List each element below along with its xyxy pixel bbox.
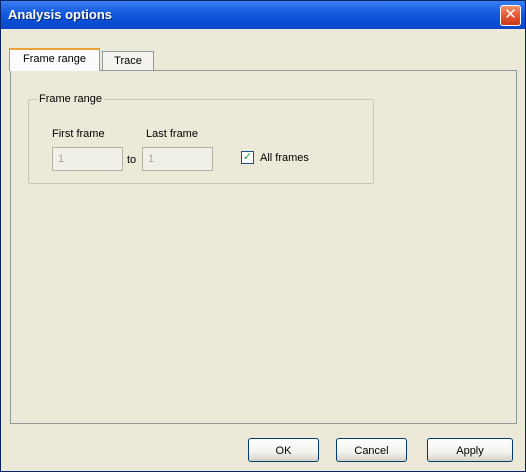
- close-icon: ✕: [504, 6, 517, 23]
- title-bar[interactable]: Analysis options ✕: [1, 1, 525, 29]
- cancel-button[interactable]: Cancel: [336, 438, 407, 462]
- first-frame-label: First frame: [52, 128, 105, 140]
- ok-button[interactable]: OK: [248, 438, 319, 462]
- last-frame-input[interactable]: [142, 147, 213, 171]
- analysis-options-dialog: Analysis options ✕ Frame range Trace Fra…: [0, 0, 526, 472]
- first-frame-input[interactable]: [52, 147, 123, 171]
- to-label: to: [127, 154, 137, 166]
- all-frames-checkbox[interactable]: ✓: [241, 151, 254, 164]
- check-mark-icon: ✓: [242, 151, 253, 163]
- window-title: Analysis options: [8, 7, 113, 22]
- frame-range-group-title: Frame range: [37, 92, 104, 106]
- all-frames-label[interactable]: All frames: [260, 151, 309, 165]
- tab-trace[interactable]: Trace: [102, 51, 154, 71]
- tab-frame-range[interactable]: Frame range: [9, 48, 100, 71]
- apply-button[interactable]: Apply: [427, 438, 513, 462]
- close-button[interactable]: ✕: [500, 5, 521, 26]
- frame-range-groupbox: [28, 99, 374, 184]
- last-frame-label: Last frame: [146, 128, 198, 140]
